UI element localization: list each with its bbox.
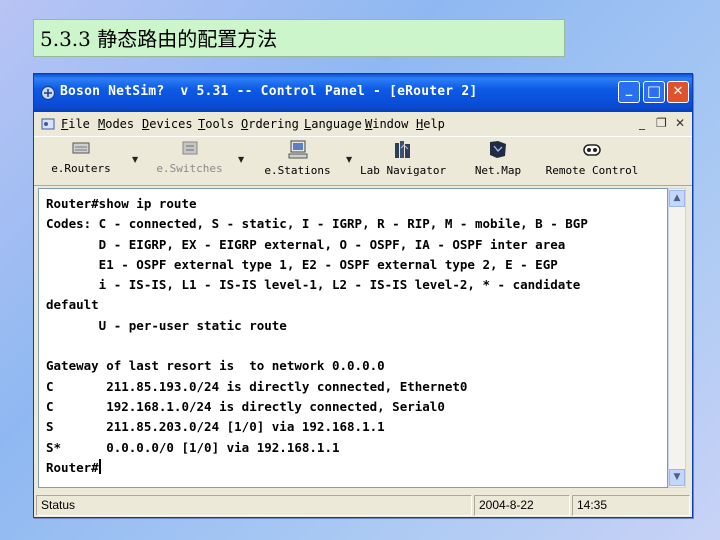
router-icon: [72, 142, 90, 154]
console-line: i - IS-IS, L1 - IS-IS level-1, L2 - IS-I…: [46, 277, 581, 293]
estations-button[interactable]: e.Stations: [260, 139, 335, 183]
netsim-window: Boson NetSim? v 5.31 -- Control Panel - …: [33, 73, 693, 518]
scroll-up-icon: ▲: [673, 193, 681, 203]
mdi-document-icon[interactable]: [40, 116, 56, 132]
eswitches-label: e.Switches: [156, 162, 223, 175]
console-line: Gateway of last resort is to network 0.0…: [46, 358, 385, 374]
erouters-dropdown-icon[interactable]: ▼: [132, 155, 138, 164]
mdi-minimize-icon[interactable]: _: [639, 116, 645, 130]
console-prompt-line[interactable]: Router#: [46, 458, 667, 478]
text-cursor: [98, 458, 101, 474]
scroll-up-button[interactable]: ▲: [669, 190, 685, 207]
scroll-down-button[interactable]: ▼: [669, 469, 685, 486]
console-line: D - EIGRP, EX - EIGRP external, O - OSPF…: [46, 236, 566, 252]
console-line: C 192.168.1.0/24 is directly connected, …: [46, 398, 445, 414]
lab-navigator-icon: [395, 141, 410, 158]
switch-icon: [182, 141, 197, 155]
estations-label: e.Stations: [264, 164, 331, 177]
menu-modes[interactable]: Modes: [98, 117, 134, 131]
console-line: S* 0.0.0.0/0 [1/0] via 192.168.1.1: [46, 439, 340, 455]
menu-ordering[interactable]: Ordering: [241, 117, 299, 131]
maximize-button[interactable]: □: [643, 81, 665, 103]
menu-help[interactable]: Help: [416, 117, 445, 131]
menu-tools[interactable]: Tools: [198, 117, 234, 131]
estations-dropdown-icon[interactable]: ▼: [346, 155, 352, 164]
eswitches-button[interactable]: e.Switches: [152, 139, 227, 183]
close-button[interactable]: ✕: [667, 81, 689, 103]
netmap-icon: [490, 141, 506, 158]
menu-devices[interactable]: Devices: [142, 117, 193, 131]
menu-language[interactable]: Language: [304, 117, 362, 131]
router-console[interactable]: Router#show ip route Codes: C - connecte…: [38, 188, 668, 488]
close-icon: ✕: [672, 84, 684, 99]
maximize-icon: □: [646, 82, 662, 100]
menu-window[interactable]: Window: [365, 117, 408, 131]
console-line: U - per-user static route: [46, 317, 287, 333]
menu-file[interactable]: File: [61, 117, 90, 131]
console-prompt: Router#: [46, 459, 99, 475]
boson-app-icon: [40, 85, 56, 101]
remote-control-icon: [583, 144, 601, 156]
eswitches-dropdown-icon[interactable]: ▼: [238, 155, 244, 164]
slide-title: 5.3.3 静态路由的配置方法: [33, 19, 565, 57]
console-line: default: [46, 297, 99, 313]
console-line: C 211.85.193.0/24 is directly connected,…: [46, 378, 468, 394]
status-time: 14:35: [572, 495, 690, 516]
console-line: E1 - OSPF external type 1, E2 - OSPF ext…: [46, 256, 558, 272]
toolbar: e.Routers ▼ e.Switches ▼ e.Stations ▼ La…: [34, 136, 692, 186]
status-date: 2004-8-22: [474, 495, 570, 516]
station-icon: [288, 140, 307, 159]
remote-control-label: Remote Control: [545, 164, 639, 177]
minimize-button[interactable]: _: [618, 81, 640, 103]
status-bar: Status 2004-8-22 14:35: [34, 495, 692, 517]
erouters-label: e.Routers: [51, 162, 111, 175]
console-line: S 211.85.203.0/24 [1/0] via 192.168.1.1: [46, 419, 385, 435]
lab-navigator-label: Lab Navigator: [360, 164, 447, 177]
console-line: Router#show ip route: [46, 196, 197, 211]
remote-control-button[interactable]: Remote Control: [542, 139, 642, 183]
erouters-button[interactable]: e.Routers: [46, 139, 116, 183]
title-bar[interactable]: Boson NetSim? v 5.31 -- Control Panel - …: [34, 74, 692, 112]
console-line: Codes: C - connected, S - static, I - IG…: [46, 216, 588, 232]
lab-navigator-button[interactable]: Lab Navigator: [360, 139, 446, 183]
status-text: Status: [36, 495, 472, 516]
vertical-scrollbar[interactable]: ▲ ▼: [668, 188, 686, 488]
mdi-restore-icon[interactable]: ❐: [656, 116, 667, 130]
scroll-down-icon: ▼: [673, 472, 681, 482]
menu-bar: File Modes Devices Tools Ordering Langua…: [34, 112, 692, 136]
window-title: Boson NetSim? v 5.31 -- Control Panel - …: [60, 84, 478, 99]
mdi-close-icon[interactable]: ✕: [675, 116, 685, 130]
netmap-label: Net.Map: [474, 164, 522, 177]
netmap-button[interactable]: Net.Map: [466, 139, 530, 183]
minimize-icon: _: [625, 82, 633, 97]
